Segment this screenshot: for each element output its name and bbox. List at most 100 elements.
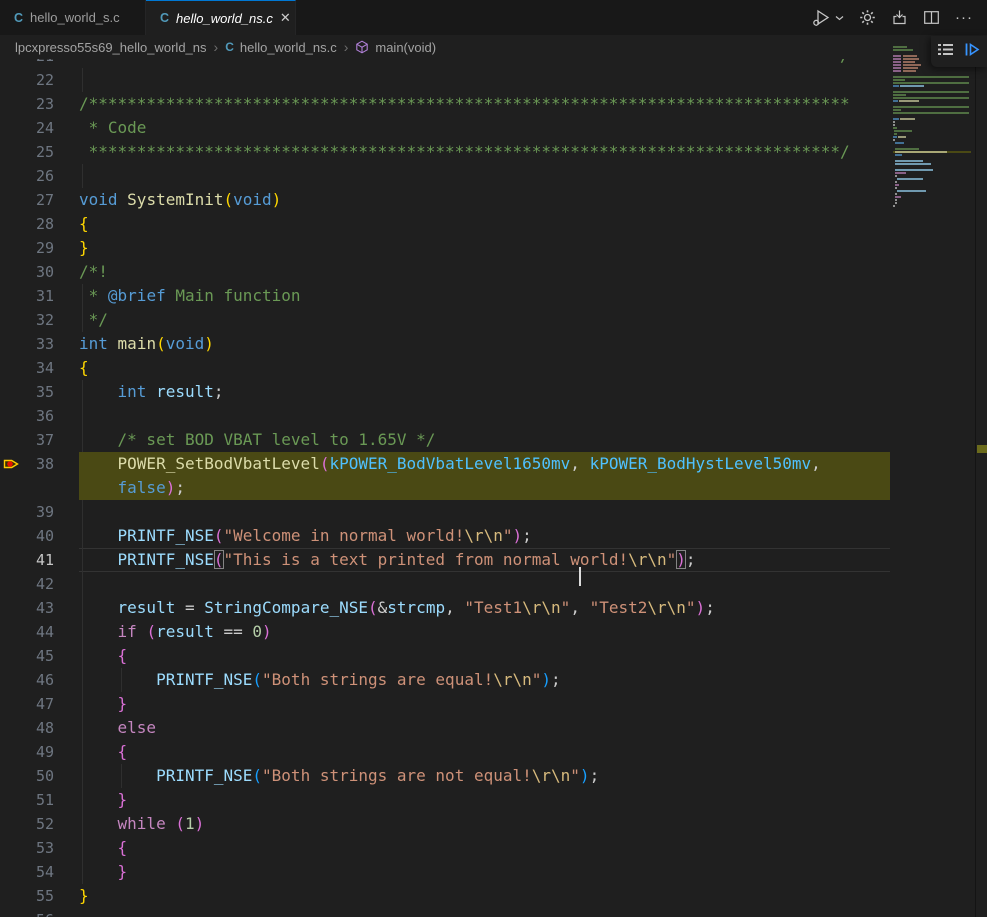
- breakpoint-margin[interactable]: [0, 500, 24, 524]
- code-text[interactable]: if (result == 0): [79, 620, 890, 644]
- line-number[interactable]: 49: [24, 740, 54, 764]
- line-number[interactable]: 36: [24, 404, 54, 428]
- code-text[interactable]: [79, 500, 890, 524]
- line-number[interactable]: 55: [24, 884, 54, 908]
- code-text[interactable]: */: [79, 308, 890, 332]
- breakpoint-margin[interactable]: [0, 188, 24, 212]
- code-text[interactable]: {: [79, 212, 890, 236]
- scrollbar[interactable]: [976, 59, 987, 917]
- code-text[interactable]: while (1): [79, 812, 890, 836]
- breakpoint-margin[interactable]: [0, 788, 24, 812]
- tab-hello-world-ns[interactable]: C hello_world_ns.c ✕: [146, 0, 296, 35]
- breakpoint-margin[interactable]: [0, 164, 24, 188]
- close-tab-icon[interactable]: ✕: [280, 9, 291, 27]
- code-text[interactable]: }: [79, 860, 890, 884]
- code-text[interactable]: PRINTF_NSE("Both strings are not equal!\…: [79, 764, 890, 788]
- breakpoint-margin[interactable]: [0, 284, 24, 308]
- code-text[interactable]: ****************************************…: [79, 59, 890, 68]
- code-text[interactable]: [79, 164, 890, 188]
- minimap[interactable]: [893, 46, 973, 208]
- code-text[interactable]: }: [79, 788, 890, 812]
- breakpoint-margin[interactable]: [0, 92, 24, 116]
- breakpoint-margin[interactable]: [0, 860, 24, 884]
- breakpoint-margin[interactable]: [0, 548, 24, 572]
- code-text[interactable]: {: [79, 836, 890, 860]
- breakpoint-margin[interactable]: [0, 836, 24, 860]
- code-text[interactable]: [79, 68, 890, 92]
- breakpoint-margin[interactable]: [0, 116, 24, 140]
- breakpoint-margin[interactable]: [0, 404, 24, 428]
- code-text[interactable]: /*!: [79, 260, 890, 284]
- line-number[interactable]: 39: [24, 500, 54, 524]
- breakpoint-margin[interactable]: [0, 572, 24, 596]
- breakpoint-margin[interactable]: [0, 332, 24, 356]
- line-number[interactable]: 51: [24, 788, 54, 812]
- code-text[interactable]: {: [79, 740, 890, 764]
- code-text[interactable]: }: [79, 692, 890, 716]
- line-number[interactable]: 53: [24, 836, 54, 860]
- code-text[interactable]: PRINTF_NSE("This is a text printed from …: [79, 548, 890, 572]
- breakpoint-margin[interactable]: [0, 596, 24, 620]
- line-number[interactable]: 50: [24, 764, 54, 788]
- breakpoint-margin[interactable]: [0, 692, 24, 716]
- more-actions-button[interactable]: ···: [955, 13, 973, 23]
- line-number[interactable]: 27: [24, 188, 54, 212]
- breakpoint-margin[interactable]: [0, 236, 24, 260]
- line-number[interactable]: 23: [24, 92, 54, 116]
- line-number[interactable]: 26: [24, 164, 54, 188]
- code-text[interactable]: ****************************************…: [79, 140, 890, 164]
- run-bar-button[interactable]: [964, 42, 980, 62]
- code-text[interactable]: POWER_SetBodVbatLevel(kPOWER_BodVbatLeve…: [79, 452, 890, 476]
- code-text[interactable]: [79, 404, 890, 428]
- tab-hello-world-s[interactable]: C hello_world_s.c: [0, 0, 146, 35]
- line-number[interactable]: 54: [24, 860, 54, 884]
- line-number[interactable]: 33: [24, 332, 54, 356]
- code-text[interactable]: * Code: [79, 116, 890, 140]
- code-text[interactable]: PRINTF_NSE("Welcome in normal world!\r\n…: [79, 524, 890, 548]
- glyph-margin-menu-button[interactable]: [938, 43, 953, 61]
- code-text[interactable]: * @brief Main function: [79, 284, 890, 308]
- code-text[interactable]: /* set BOD VBAT level to 1.65V */: [79, 428, 890, 452]
- breakpoint-margin[interactable]: [0, 668, 24, 692]
- line-number[interactable]: 25: [24, 140, 54, 164]
- line-number[interactable]: 31: [24, 284, 54, 308]
- flash-program-button[interactable]: [891, 9, 908, 26]
- breakpoint-margin[interactable]: [0, 59, 24, 68]
- code-text[interactable]: else: [79, 716, 890, 740]
- line-number[interactable]: 35: [24, 380, 54, 404]
- line-number[interactable]: 41: [24, 548, 54, 572]
- breadcrumb-project[interactable]: lpcxpresso55s69_hello_world_ns: [15, 40, 207, 55]
- line-number[interactable]: 45: [24, 644, 54, 668]
- breakpoint-margin[interactable]: [0, 524, 24, 548]
- breakpoint-margin[interactable]: [0, 260, 24, 284]
- code-text[interactable]: {: [79, 356, 890, 380]
- line-number[interactable]: 44: [24, 620, 54, 644]
- settings-button[interactable]: [859, 9, 876, 26]
- line-number[interactable]: 52: [24, 812, 54, 836]
- code-text[interactable]: int result;: [79, 380, 890, 404]
- line-number[interactable]: 40: [24, 524, 54, 548]
- code-text[interactable]: }: [79, 236, 890, 260]
- breakpoint-margin[interactable]: [0, 620, 24, 644]
- split-editor-button[interactable]: [923, 9, 940, 26]
- breakpoint-margin[interactable]: [0, 908, 24, 917]
- breakpoint-margin[interactable]: [0, 68, 24, 92]
- line-number[interactable]: 30: [24, 260, 54, 284]
- code-text[interactable]: PRINTF_NSE("Both strings are equal!\r\n"…: [79, 668, 890, 692]
- line-number[interactable]: 28: [24, 212, 54, 236]
- line-number[interactable]: 43: [24, 596, 54, 620]
- line-number[interactable]: 29: [24, 236, 54, 260]
- breakpoint-margin[interactable]: [0, 644, 24, 668]
- line-number[interactable]: 22: [24, 68, 54, 92]
- line-number[interactable]: 24: [24, 116, 54, 140]
- line-number[interactable]: 38: [24, 452, 54, 476]
- breakpoint-margin[interactable]: [0, 452, 24, 476]
- breakpoint-margin[interactable]: [0, 212, 24, 236]
- line-number[interactable]: 32: [24, 308, 54, 332]
- debug-run-button[interactable]: [812, 9, 844, 27]
- breakpoint-margin[interactable]: [0, 740, 24, 764]
- code-text[interactable]: [79, 572, 890, 596]
- code-text[interactable]: int main(void): [79, 332, 890, 356]
- line-number[interactable]: 34: [24, 356, 54, 380]
- breakpoint-margin[interactable]: [0, 140, 24, 164]
